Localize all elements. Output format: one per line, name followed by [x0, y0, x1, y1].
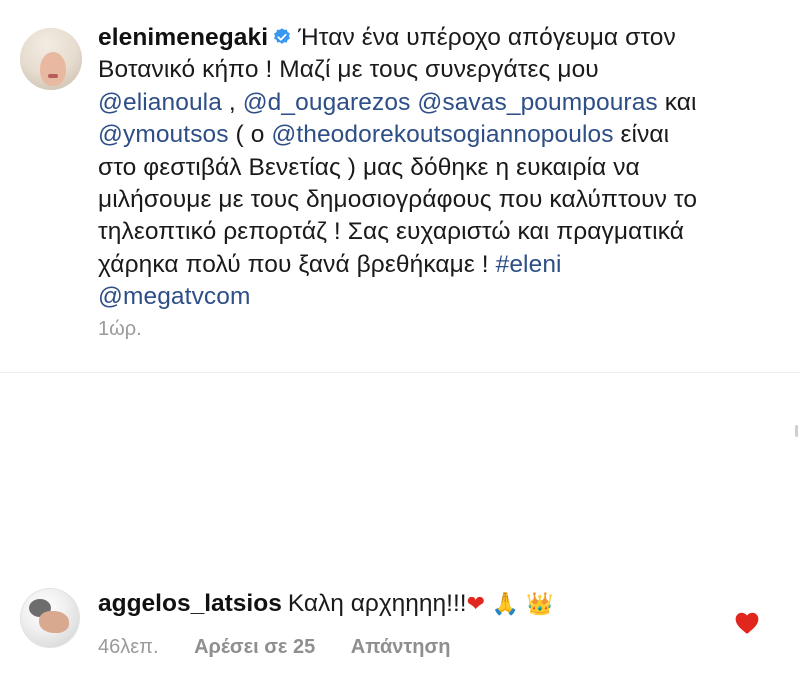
post-author-avatar[interactable]: [20, 28, 82, 90]
red-heart-emoji: ❤: [466, 592, 486, 617]
crown-emoji: 👑: [526, 592, 554, 617]
post-timestamp: 1ώρ.: [98, 318, 142, 340]
caption-word: ( ο: [228, 121, 272, 149]
caption-word: είναι: [613, 121, 670, 149]
commenter-avatar[interactable]: [20, 588, 80, 648]
mention-savas-poumpouras[interactable]: @savas_poumpouras: [417, 89, 657, 116]
caption-text-line-6: μιλήσουμε με τους δημοσιογράφους που καλ…: [98, 186, 698, 214]
verified-badge-icon: [274, 28, 291, 44]
post-caption: elenimenegaki Ήταν ένα υπέροχο απόγευμα σ…: [98, 22, 788, 314]
mention-megatvcom[interactable]: @megatvcom: [98, 283, 251, 310]
mention-ymoutsos[interactable]: @ymoutsos: [98, 121, 229, 148]
comment-timestamp: 46λεπ.: [98, 636, 159, 658]
caption-text-line-1: Ήταν ένα υπέροχο απόγευμα στον: [298, 24, 676, 51]
folded-hands-emoji: 🙏: [491, 592, 520, 617]
post-author-username[interactable]: elenimenegaki: [98, 24, 268, 51]
mention-elianoula[interactable]: @elianoula: [98, 89, 222, 116]
caption-text-line-2: Βοτανικό κήπο ! Μαζί με τους συνεργάτες …: [98, 56, 599, 84]
mention-theodorekoutsogiannopoulos[interactable]: @theodorekoutsogiannopoulos: [271, 121, 613, 148]
post-caption-block: elenimenegaki Ήταν ένα υπέροχο απόγευμα σ…: [0, 0, 800, 370]
commenter-username[interactable]: aggelos_latsios: [98, 590, 282, 617]
caption-text-line-5: στο φεστιβάλ Βενετίας ) μας δόθηκε η ευκ…: [98, 153, 640, 181]
caption-word: και: [657, 88, 697, 116]
caption-text-line-7: τηλεοπτικό ρεπορτάζ ! Σας ευχαριστώ και …: [98, 218, 685, 246]
hashtag-eleni[interactable]: #eleni: [496, 251, 562, 278]
reply-button[interactable]: Απάντηση: [351, 636, 451, 658]
comment-likes-link[interactable]: Αρέσει σε 25: [194, 636, 315, 658]
scrollbar-thumb[interactable]: [795, 425, 798, 437]
comment-meta: 46λεπ. Αρέσει σε 25 Απάντηση: [98, 636, 480, 659]
heart-icon[interactable]: [734, 611, 760, 635]
comment: aggelos_latsios Καλη αρχηηηη!!!❤ 🙏 👑: [98, 590, 553, 618]
caption-text-line-8: χάρηκα πολύ που ξανά βρεθήκαμε !: [98, 250, 496, 278]
comment-text: Καλη αρχηηηη!!!: [287, 590, 467, 617]
mention-d-ougarezos[interactable]: @d_ougarezos: [243, 89, 411, 116]
section-divider: [0, 372, 800, 373]
caption-separator: ,: [221, 88, 243, 116]
